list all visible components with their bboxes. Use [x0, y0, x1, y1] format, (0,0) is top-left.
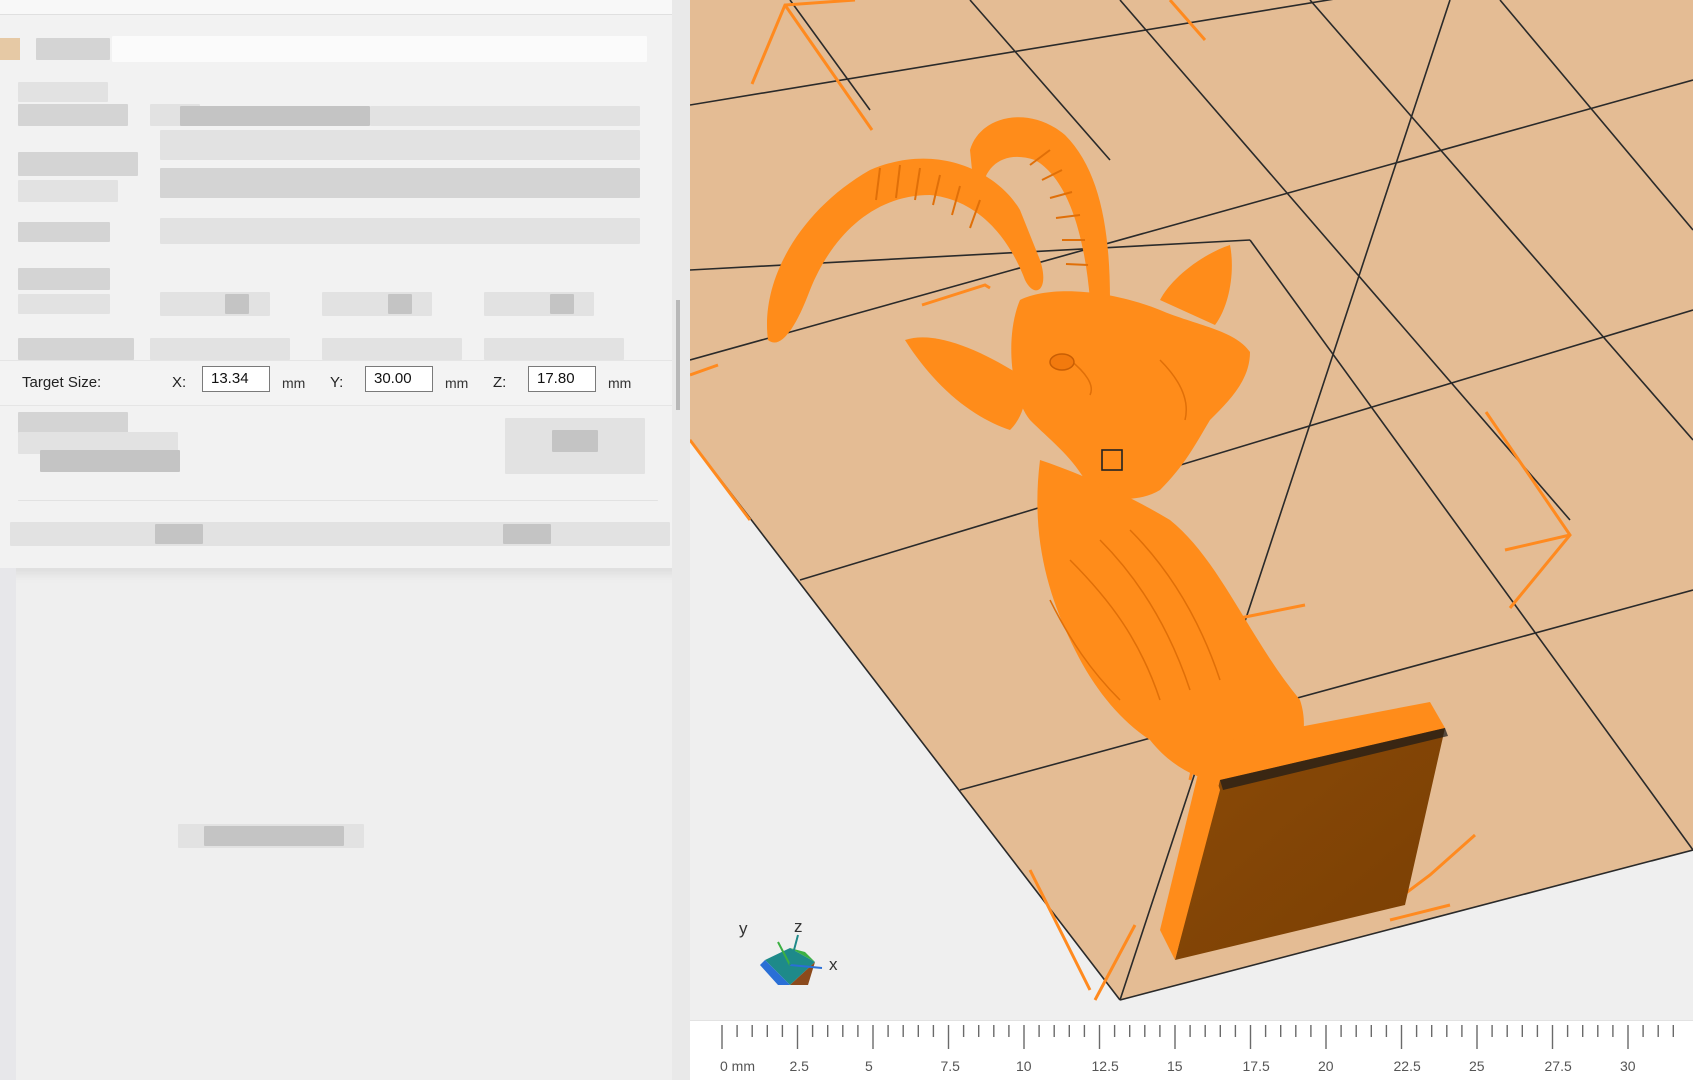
redacted-text [18, 152, 138, 176]
redacted-text [36, 38, 110, 60]
gizmo-x-label: x [829, 955, 838, 974]
x-unit: mm [282, 375, 306, 391]
redacted-grid [160, 130, 640, 160]
ruler-label: 7.5 [941, 1058, 961, 1074]
x-label: X: [172, 374, 187, 391]
redacted-text [18, 104, 128, 126]
transform-dialog: Target Size: X: 13.34 mm Y: 30.00 mm Z: … [0, 0, 690, 568]
redacted-field[interactable] [150, 338, 290, 360]
redacted-text [40, 450, 180, 472]
redacted-field[interactable] [484, 292, 594, 316]
redacted-field[interactable] [322, 292, 432, 316]
y-unit: mm [445, 375, 469, 391]
redacted-text [18, 82, 108, 102]
scrollbar[interactable] [676, 300, 680, 410]
target-size-label: Target Size: [22, 374, 102, 391]
ruler-label: 17.5 [1243, 1058, 1270, 1074]
measurement-ruler: 0 mm 2.5 5 7.5 10 12.5 15 17.5 20 22.5 25 27.5 30 [690, 1020, 1693, 1080]
gizmo-y-label: y [739, 919, 748, 938]
redacted-text [388, 294, 412, 314]
ruler-label: 0 mm [720, 1058, 755, 1074]
y-label: Y: [330, 374, 344, 391]
redacted-text [180, 106, 370, 126]
ruler-scale: 0 mm 2.5 5 7.5 10 12.5 15 17.5 20 22.5 25 27.5 30 [720, 1025, 1674, 1074]
settings-panel: Target Size: X: 13.34 mm Y: 30.00 mm Z: … [0, 0, 690, 1080]
ruler-label: 5 [865, 1058, 873, 1074]
color-swatch[interactable] [0, 38, 20, 60]
redacted-footer [10, 522, 670, 546]
target-y-input[interactable]: 30.00 [365, 366, 433, 392]
target-z-input[interactable]: 17.80 [528, 366, 596, 392]
ruler-label: 25 [1469, 1058, 1485, 1074]
ruler-label: 30 [1620, 1058, 1636, 1074]
redacted-input[interactable] [112, 36, 647, 62]
redacted-text [18, 338, 134, 360]
panel-left-strip [0, 568, 16, 1080]
dialog-top-bar [0, 0, 680, 15]
redacted-grid [160, 168, 640, 198]
redacted-text [18, 412, 128, 434]
redacted-text [204, 826, 344, 846]
redacted-text [225, 294, 249, 314]
ruler-label: 10 [1016, 1058, 1032, 1074]
redacted-text [18, 294, 110, 314]
ruler-label: 22.5 [1394, 1058, 1421, 1074]
redacted-field[interactable] [484, 338, 624, 360]
dialog-title-row [0, 36, 680, 62]
ruler-label: 20 [1318, 1058, 1334, 1074]
gizmo-z-label: z [794, 917, 803, 936]
redacted-text [550, 294, 574, 314]
panel-splitter[interactable] [672, 0, 690, 1080]
3d-viewport[interactable]: x y z 0 mm 2.5 5 7.5 10 12.5 15 17.5 20 22.5 25 27.… [690, 0, 1693, 1080]
redacted-text [370, 106, 640, 126]
redacted-field[interactable] [322, 338, 462, 360]
scene[interactable]: x y z [690, 0, 1693, 1080]
redacted-field[interactable] [160, 292, 270, 316]
redacted-button[interactable] [503, 524, 551, 544]
redacted-text [18, 222, 110, 242]
ruler-label: 12.5 [1092, 1058, 1119, 1074]
redacted-button[interactable] [155, 524, 203, 544]
redacted-grid [160, 218, 640, 244]
target-size-row: Target Size: X: 13.34 mm Y: 30.00 mm Z: … [0, 360, 680, 406]
redacted-text [552, 430, 598, 452]
ruler-label: 2.5 [790, 1058, 810, 1074]
redacted-text [18, 268, 110, 290]
ruler-label: 15 [1167, 1058, 1183, 1074]
ruler-label: 27.5 [1545, 1058, 1572, 1074]
divider [18, 500, 658, 501]
z-label: Z: [493, 374, 507, 391]
redacted-text [18, 180, 118, 202]
z-unit: mm [608, 375, 632, 391]
target-x-input[interactable]: 13.34 [202, 366, 270, 392]
